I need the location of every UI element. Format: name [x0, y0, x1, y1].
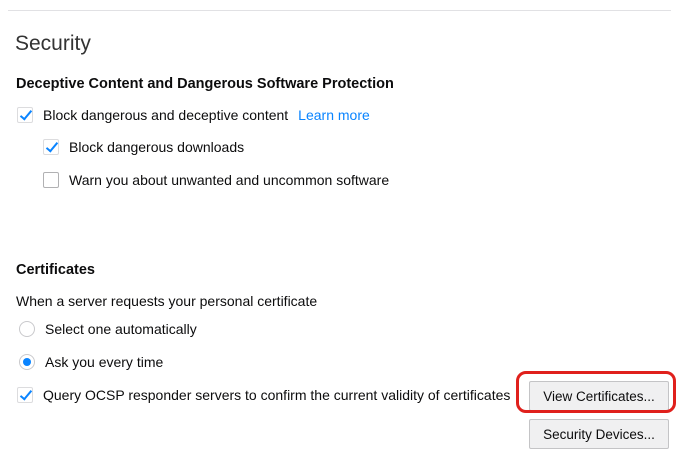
select-automatically-radio[interactable]	[19, 321, 35, 337]
security-devices-button[interactable]: Security Devices...	[529, 419, 669, 449]
certificates-heading: Certificates	[16, 262, 95, 278]
warn-unwanted-label: Warn you about unwanted and uncommon sof…	[69, 172, 390, 188]
section-divider	[8, 10, 671, 11]
ask-every-time-label: Ask you every time	[45, 354, 164, 370]
block-downloads-label: Block dangerous downloads	[69, 139, 245, 155]
deceptive-protection-heading: Deceptive Content and Dangerous Software…	[16, 76, 394, 92]
warn-unwanted-row[interactable]: Warn you about unwanted and uncommon sof…	[43, 169, 389, 191]
block-deceptive-content-checkbox[interactable]	[17, 107, 33, 123]
block-downloads-row[interactable]: Block dangerous downloads	[43, 136, 244, 158]
section-title: Security	[15, 32, 91, 55]
block-deceptive-content-label: Block dangerous and deceptive content	[43, 107, 289, 123]
warn-unwanted-checkbox[interactable]	[43, 172, 59, 188]
view-certificates-button[interactable]: View Certificates...	[529, 381, 669, 411]
block-downloads-checkbox[interactable]	[43, 139, 59, 155]
learn-more-link[interactable]: Learn more	[298, 107, 370, 123]
ocsp-query-label: Query OCSP responder servers to confirm …	[43, 387, 511, 403]
ocsp-query-checkbox[interactable]	[17, 387, 33, 403]
certificate-request-prompt: When a server requests your personal cer…	[16, 293, 318, 309]
ask-every-time-row[interactable]: Ask you every time	[19, 351, 163, 373]
ocsp-query-row[interactable]: Query OCSP responder servers to confirm …	[17, 384, 510, 406]
ask-every-time-radio[interactable]	[19, 354, 35, 370]
select-automatically-label: Select one automatically	[45, 321, 197, 337]
block-deceptive-content-row[interactable]: Block dangerous and deceptive content Le…	[17, 104, 370, 126]
select-automatically-row[interactable]: Select one automatically	[19, 318, 197, 340]
